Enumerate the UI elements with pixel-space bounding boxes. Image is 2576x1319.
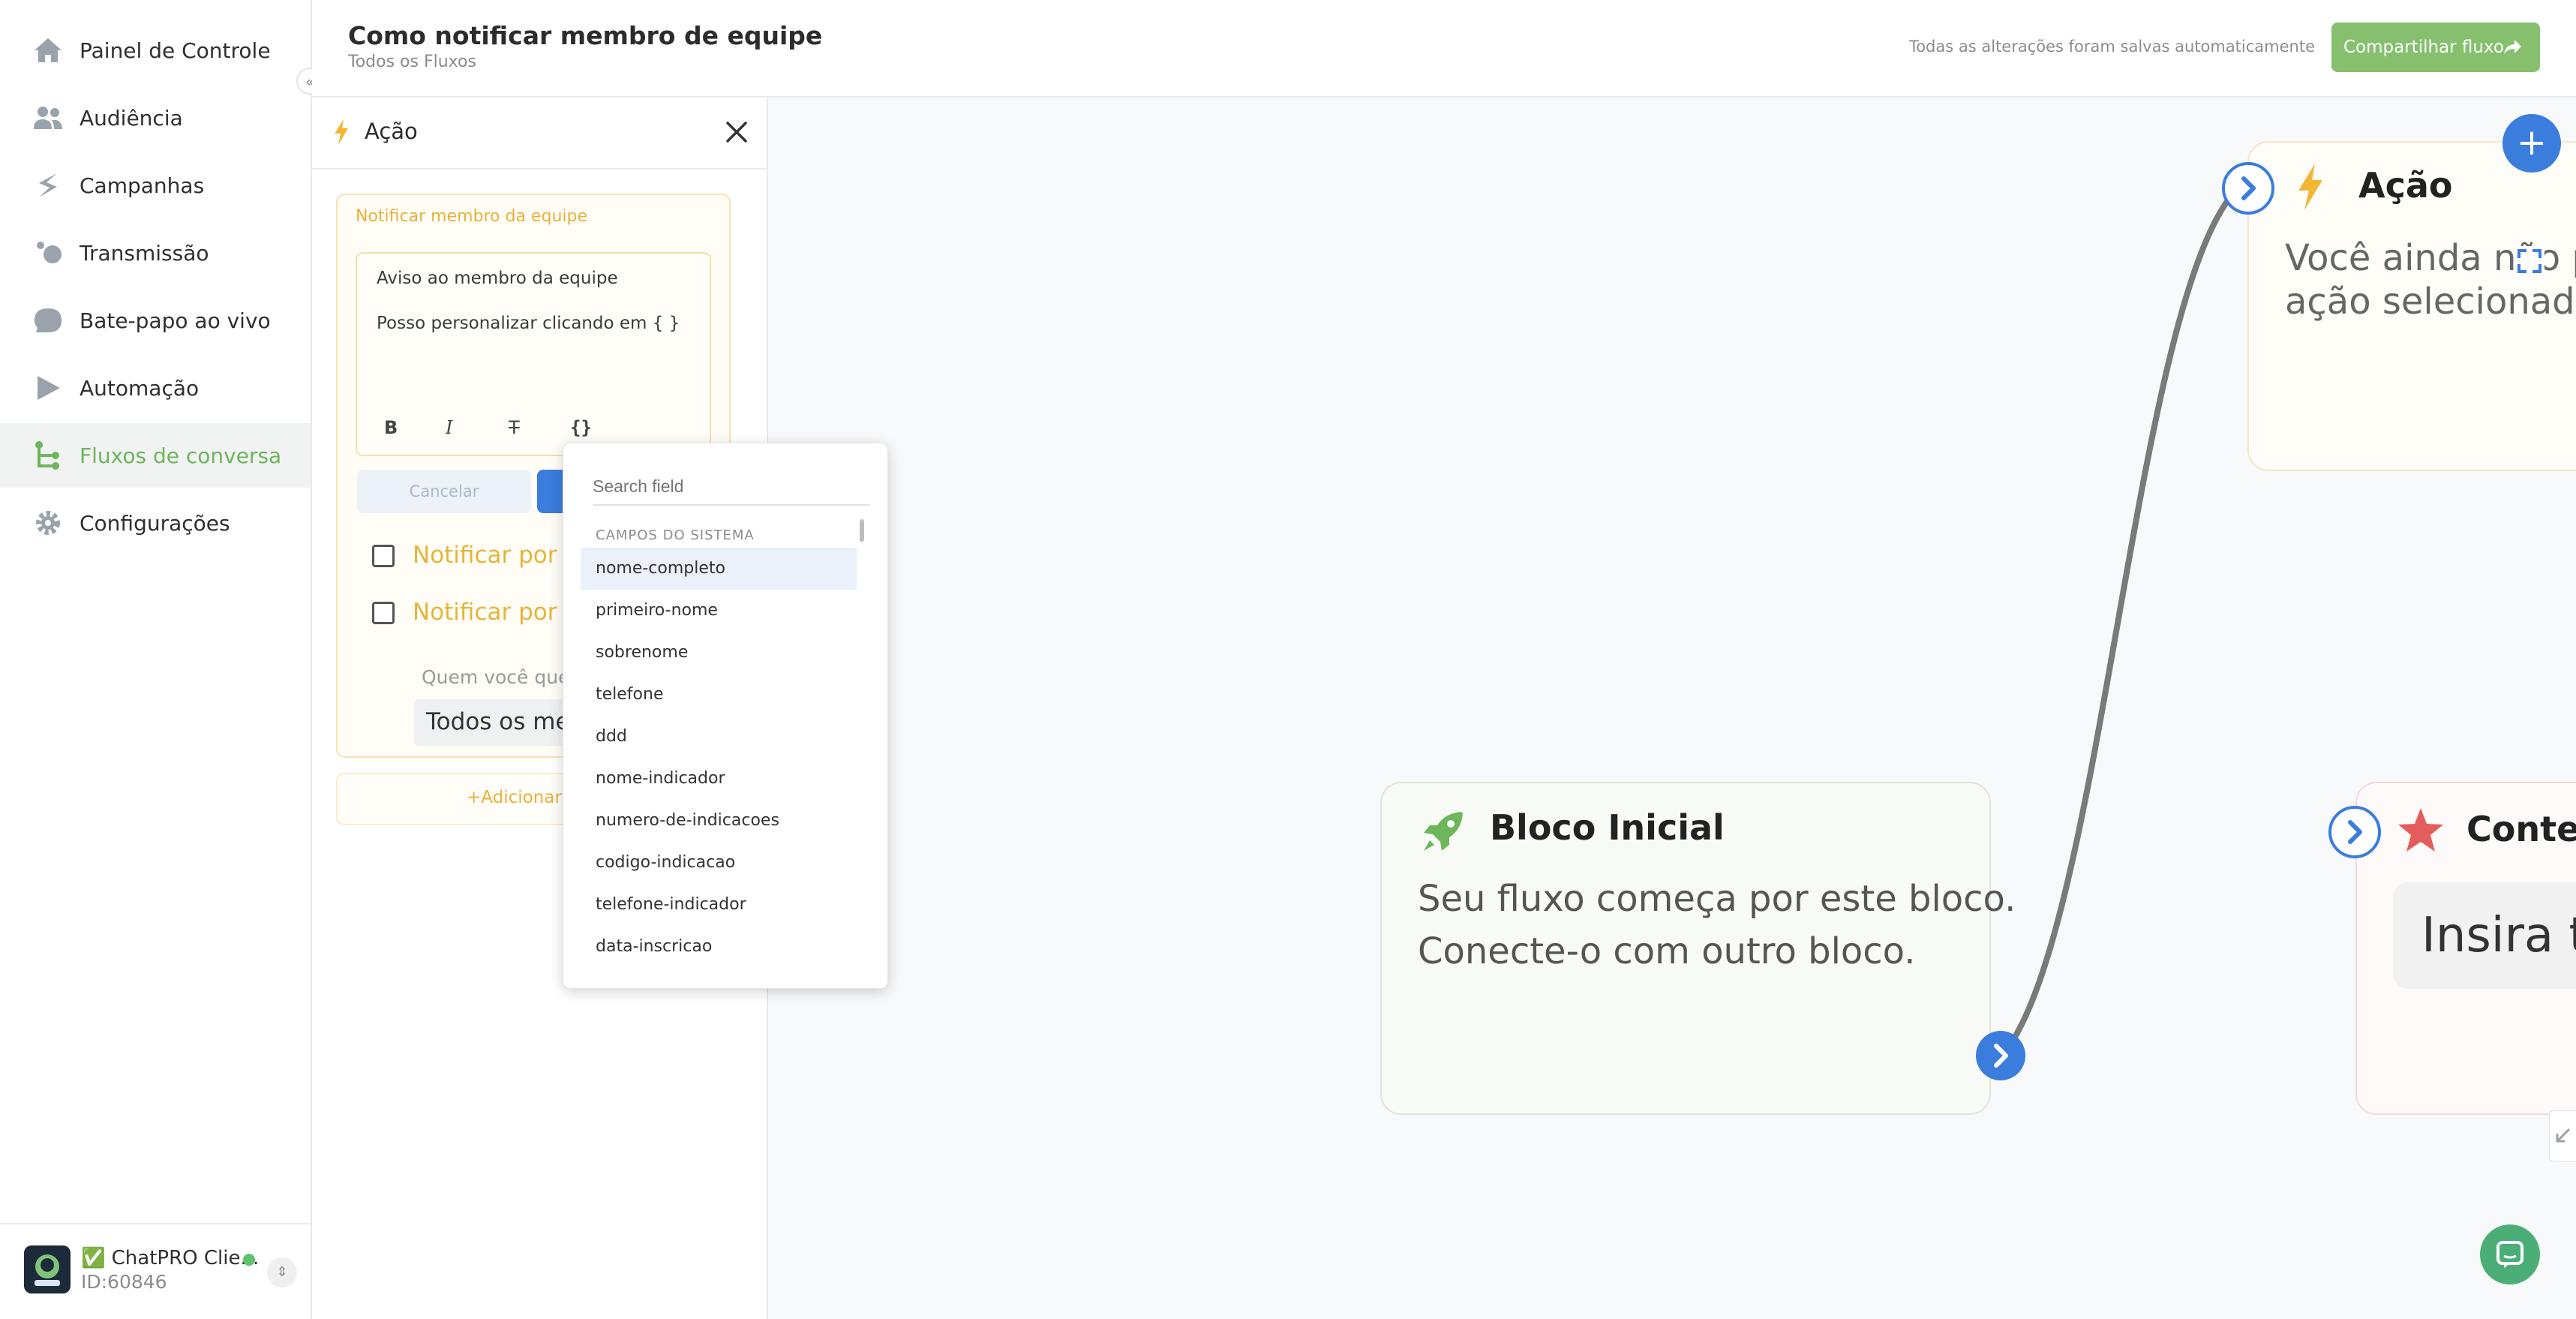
bold-button[interactable]: B [384,417,398,438]
dropdown-scrollbar[interactable] [860,519,864,542]
content-block-input-port[interactable] [2328,806,2381,858]
add-action-label: +Adicionar a [467,788,578,807]
play-icon [38,376,60,400]
share-flow-label: Compartilhar fluxo [2343,38,2504,57]
content-block-title: Conteú [2466,809,2576,849]
avatar [24,1245,71,1293]
flow-icon [35,441,59,470]
share-arrow-icon [2504,40,2521,54]
sidebar-item-label: Campanhas [80,173,205,198]
field-option[interactable]: telefone [581,674,857,716]
support-chat-button[interactable] [2480,1224,2540,1284]
notify-email-checkbox[interactable] [372,602,395,624]
sidebar-item-settings[interactable]: Configurações [0,491,311,555]
editor-text-line2: Posso personalizar clicando em { } [377,314,680,333]
field-option[interactable]: nome-indicador [581,758,857,800]
team-member-select-value: Todos os me [426,708,570,735]
action-panel-title: Ação [365,119,418,144]
rocket-icon [1424,812,1463,851]
sidebar-item-dashboard[interactable]: Painel de Controle [0,18,311,83]
users-icon [34,107,62,129]
chat-icon [2496,1241,2523,1268]
field-option[interactable]: nome-completo [581,548,857,590]
account-name: ✅ ChatPRO Clie... [81,1247,260,1269]
sidebar-item-live-chat[interactable]: Bate-papo ao vivo [0,288,311,353]
account-switch-icon[interactable]: ⇕ [267,1257,297,1287]
italic-button[interactable]: I [446,417,452,438]
sidebar-item-automation[interactable]: Automação [0,356,311,420]
breadcrumb[interactable]: Todos os Fluxos [348,53,476,71]
sidebar-item-label: Transmissão [80,240,209,266]
cancel-button[interactable]: Cancelar [357,470,531,513]
sidebar-item-label: Configurações [80,510,230,536]
minimap-toggle[interactable] [2549,1110,2576,1161]
lightning-bolt-icon [335,119,348,145]
editor-text-line1: Aviso ao membro da equipe [377,269,618,288]
add-block-button[interactable]: + [2502,114,2561,173]
field-option[interactable]: telefone-indicador [581,884,857,926]
broadcast-icon [37,242,62,263]
search-field-input[interactable] [593,468,870,506]
sidebar-item-label: Bate-papo ao vivo [80,308,271,333]
account-id: ID:60846 [81,1271,167,1293]
field-option[interactable]: primeiro-nome [581,590,857,632]
start-block-description-line2: Conecte-o com outro bloco. [1418,930,1916,972]
start-block-description-line1: Seu fluxo começa por este bloco. [1418,878,2016,920]
app-root: Painel de Controle Audiência Campanhas T… [0,0,2576,1319]
chevron-right-icon [2241,176,2256,200]
action-block-description-line2: ação selecionada [2285,281,2576,323]
sidebar-item-label: Automação [80,375,200,401]
sidebar-item-campaigns[interactable]: Campanhas [0,153,311,218]
minimap-icon [2556,1128,2571,1143]
field-option[interactable]: data-inscricao [581,926,857,968]
sidebar-item-audience[interactable]: Audiência [0,86,311,150]
page-title: Como notificar membro de equipe [348,21,823,50]
start-block-output-port[interactable] [1976,1031,2025,1080]
notify-whatsapp-checkbox[interactable] [372,545,395,567]
sidebar-item-label: Painel de Controle [80,38,271,63]
field-option[interactable]: numero-de-indicacoes [581,800,857,842]
field-option[interactable]: codigo-indicacao [581,842,857,884]
recipient-label: Quem você quer [422,666,578,688]
autosave-status: Todas as alterações foram salvas automat… [1908,38,2315,56]
field-option[interactable]: ddd [581,716,857,758]
sidebar-item-conversation-flows[interactable]: Fluxos de conversa [0,423,311,488]
online-status-dot [243,1254,255,1266]
start-block-title: Bloco Inicial [1490,807,1725,848]
expand-icon[interactable] [2514,246,2544,276]
sidebar-item-label: Fluxos de conversa [80,443,282,468]
notify-email-label: Notificar por E [413,599,579,626]
home-icon [35,38,62,62]
sidebar-item-label: Audiência [80,105,183,131]
content-text-input-label: Insira te [2421,908,2576,963]
chevron-right-icon [2348,820,2362,844]
action-block-input-port[interactable] [2222,162,2274,215]
insert-variable-button[interactable]: {} [570,417,592,438]
gear-icon [36,511,60,535]
campaign-icon [39,173,57,197]
star-icon [2398,808,2443,852]
chevron-right-icon [1994,1044,2008,1068]
notify-whatsapp-label: Notificar por W [413,542,587,569]
lightning-bolt-icon [2298,164,2322,210]
chat-bubble-icon [35,308,62,332]
chatpro-logo-icon [35,1254,60,1286]
close-icon[interactable] [723,119,750,146]
notify-card-title: Notificar membro da equipe [356,207,587,226]
field-group-label: CAMPOS DO SISTEMA [596,527,755,543]
sidebar-item-broadcast[interactable]: Transmissão [0,221,311,285]
action-block-title: Ação [2358,165,2453,206]
strikethrough-button[interactable]: T [509,417,520,438]
field-option[interactable]: sobrenome [581,632,857,674]
